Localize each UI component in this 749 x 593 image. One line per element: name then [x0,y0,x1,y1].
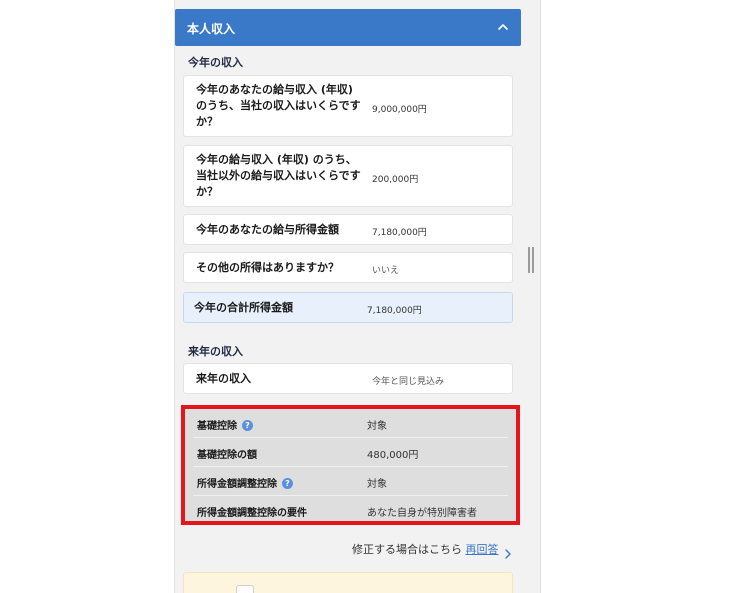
chevron-right-icon[interactable] [504,544,512,563]
help-icon[interactable]: ? [242,420,253,431]
income-row: 今年の給与収入 (年収) のうち、当社以外の給与収入はいくらですか？ 200,0… [183,145,513,207]
deduction-label: 基礎控除 [197,421,237,432]
income-panel: 本人収入 今年の収入 今年のあなたの給与収入 (年収) のうち、当社の収入はいく… [174,0,541,593]
this-year-section-title: 今年の収入 [188,56,243,69]
income-row: その他の所得はありますか？ いいえ [183,252,513,283]
chevron-up-icon[interactable] [493,17,513,37]
deduction-row: 基礎控除の額 480,000円 [193,438,508,467]
next-year-income-label: 来年の収入 [196,372,251,385]
deduction-summary: 基礎控除? 対象 基礎控除の額 480,000円 所得金額調整控除? 対象 所得… [181,405,520,525]
edit-prompt: 修正する場合はこちら 再回答 [352,541,499,557]
deduction-value: 対象 [367,479,387,490]
income-value: 9,000,000円 [372,105,427,115]
total-income-row: 今年の合計所得金額 7,180,000円 [183,292,513,323]
income-question: 今年のあなたの給与収入 (年収) のうち、当社の収入はいくらですか？ [196,83,361,128]
checkbox[interactable] [236,585,254,593]
deduction-label: 所得金額調整控除 [197,479,277,490]
deduction-label: 基礎控除の額 [197,450,257,461]
next-card [183,572,513,593]
next-year-income-row: 来年の収入 今年と同じ見込み [183,363,513,394]
help-icon[interactable]: ? [282,478,293,489]
edit-prompt-text: 修正する場合はこちら [352,543,462,556]
deduction-value: 480,000円 [367,450,419,461]
next-year-section-title: 来年の収入 [188,345,243,358]
income-row: 今年のあなたの給与所得金額 7,180,000円 [183,214,513,245]
total-income-label: 今年の合計所得金額 [194,301,293,314]
income-question: 今年の給与収入 (年収) のうち、当社以外の給与収入はいくらですか？ [196,153,361,198]
income-value: 7,180,000円 [372,228,427,238]
next-year-income-value: 今年と同じ見込み [372,377,445,387]
income-question: その他の所得はありますか？ [196,261,339,274]
reanswer-link[interactable]: 再回答 [466,543,499,556]
total-income-value: 7,180,000円 [367,306,422,316]
deduction-row: 所得金額調整控除? 対象 [193,467,508,496]
deduction-label-wrap: 基礎控除? [197,417,253,432]
deduction-row: 所得金額調整控除の要件 あなた自身が特別障害者 [193,496,508,525]
deduction-row: 基礎控除? 対象 [193,409,508,438]
section-header-title: 本人収入 [187,22,236,36]
scrollbar-handle[interactable] [528,247,534,273]
income-row: 今年のあなたの給与収入 (年収) のうち、当社の収入はいくらですか？ 9,000… [183,75,513,137]
deduction-value: 対象 [367,421,387,432]
section-header[interactable]: 本人収入 [175,9,521,46]
deduction-label-wrap: 所得金額調整控除? [197,475,293,490]
income-value: いいえ [372,266,400,276]
deduction-label: 所得金額調整控除の要件 [197,508,307,519]
income-question: 今年のあなたの給与所得金額 [196,223,339,236]
income-value: 200,000円 [372,175,419,185]
deduction-value: あなた自身が特別障害者 [367,508,477,519]
